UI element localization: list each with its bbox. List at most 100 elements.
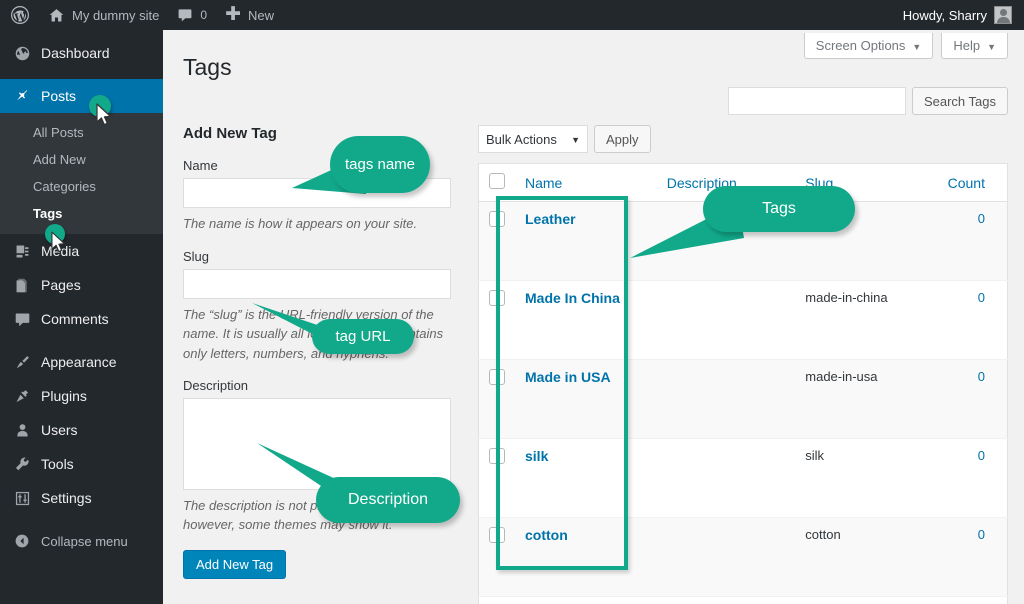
sidebar-divider <box>0 336 163 345</box>
tag-slug-input[interactable] <box>183 269 451 300</box>
plug-icon <box>12 388 32 405</box>
column-header-slug[interactable]: Slug <box>795 163 938 202</box>
collapse-menu-label: Collapse menu <box>41 533 128 549</box>
user-icon <box>12 422 32 439</box>
column-footer-name[interactable]: Name <box>515 596 657 604</box>
site-name-menu[interactable]: My dummy site <box>39 0 168 30</box>
row-description-cell <box>656 280 796 360</box>
sidebar-item-tools[interactable]: Tools <box>0 447 163 481</box>
comments-menu[interactable]: 0 <box>168 0 216 30</box>
row-checkbox[interactable] <box>489 527 505 543</box>
media-icon <box>12 243 32 260</box>
search-input[interactable] <box>727 87 906 115</box>
sidebar-item-pages[interactable]: Pages <box>0 268 163 302</box>
sidebar-item-settings[interactable]: Settings <box>0 481 163 515</box>
count-link[interactable]: 0 <box>978 448 985 463</box>
collapse-menu-button[interactable]: Collapse menu <box>0 524 163 558</box>
chevron-down-icon: ▼ <box>571 135 580 145</box>
name-label: Name <box>183 158 218 173</box>
screen-options-button[interactable]: Screen Options ▼ <box>803 33 934 59</box>
table-row[interactable]: Leather 0 <box>478 201 1008 281</box>
wordpress-logo-icon[interactable] <box>0 0 39 30</box>
sidebar-item-appearance[interactable]: Appearance <box>0 345 163 379</box>
row-select-cell <box>478 201 515 281</box>
tag-name-input[interactable] <box>183 178 451 208</box>
admin-sidebar-menu: Dashboard Posts All Posts Add New Catego… <box>0 30 163 604</box>
count-link[interactable]: 0 <box>978 369 985 384</box>
slug-help-text: The “slug” is the URL-friendly version o… <box>183 307 444 361</box>
row-description-cell <box>656 517 796 597</box>
row-checkbox[interactable] <box>489 290 505 306</box>
table-footer-row: Name Description Slug Count <box>478 596 1008 604</box>
count-link[interactable]: 0 <box>978 527 985 542</box>
row-checkbox[interactable] <box>489 211 505 227</box>
search-tags-button[interactable]: Search Tags <box>911 87 1008 115</box>
sidebar-item-categories[interactable]: Categories <box>0 173 163 200</box>
sidebar-item-plugins[interactable]: Plugins <box>0 379 163 413</box>
column-footer-description[interactable]: Description <box>656 596 796 604</box>
sidebar-item-dashboard[interactable]: Dashboard <box>0 36 163 70</box>
row-count-cell: 0 <box>937 280 1008 360</box>
select-all-checkbox[interactable] <box>489 173 505 189</box>
sidebar-item-tags[interactable]: Tags <box>0 200 163 227</box>
paintbrush-icon <box>12 354 32 371</box>
row-slug-cell <box>795 201 938 281</box>
table-row[interactable]: cotton cotton 0 <box>478 517 1008 597</box>
column-header-description[interactable]: Description <box>656 163 796 202</box>
tag-name-link[interactable]: cotton <box>525 527 568 543</box>
row-description-cell <box>656 359 796 439</box>
count-link[interactable]: 0 <box>978 290 985 305</box>
row-checkbox[interactable] <box>489 369 505 385</box>
comment-bubble-icon <box>179 9 192 22</box>
slug-label: Slug <box>183 249 210 265</box>
table-row[interactable]: Made in USA made-in-usa 0 <box>478 359 1008 439</box>
add-new-tag-form: Add New Tag Name The name is how it appe… <box>183 125 458 580</box>
table-row[interactable]: Made In China made-in-china 0 <box>478 280 1008 360</box>
sidebar-item-add-new[interactable]: Add New <box>0 146 163 173</box>
sidebar-item-users[interactable]: Users <box>0 413 163 447</box>
sidebar-item-label: Comments <box>41 311 109 327</box>
sidebar-item-comments[interactable]: Comments <box>0 302 163 336</box>
tag-name-link[interactable]: Made In China <box>525 290 620 306</box>
new-content-menu[interactable]: ✚ New <box>216 0 283 30</box>
column-header-name[interactable]: Name <box>515 163 657 202</box>
form-heading: Add New Tag <box>183 125 277 142</box>
sidebar-item-all-posts[interactable]: All Posts <box>0 119 163 146</box>
tags-table: Name Description Slug Count Leather 0 Ma… <box>478 163 1008 604</box>
tag-name-link[interactable]: silk <box>525 448 548 464</box>
row-name-cell: silk <box>515 438 657 518</box>
sidebar-item-label: Tools <box>41 456 74 472</box>
count-link[interactable]: 0 <box>978 211 985 226</box>
new-label: New <box>248 7 275 23</box>
sidebar-item-posts[interactable]: Posts <box>0 79 163 113</box>
help-button[interactable]: Help ▼ <box>941 33 1008 59</box>
tags-list-table-wrap: Bulk Actions ▼ Apply Name Description Sl… <box>478 125 1008 604</box>
sidebar-item-label: Media <box>41 243 80 259</box>
site-name-label: My dummy site <box>72 7 160 23</box>
home-icon <box>49 8 64 21</box>
sidebar-item-label: Settings <box>41 490 92 506</box>
sidebar-item-label: Appearance <box>41 354 117 370</box>
howdy-label: Howdy, Sharry <box>902 7 987 23</box>
add-new-tag-submit-button[interactable]: Add New Tag <box>183 550 287 580</box>
apply-button[interactable]: Apply <box>594 125 651 153</box>
tag-name-link[interactable]: Made in USA <box>525 369 611 385</box>
sliders-icon <box>12 490 32 507</box>
column-footer-slug[interactable]: Slug <box>795 596 938 604</box>
tag-description-textarea[interactable] <box>183 397 451 490</box>
account-menu[interactable]: Howdy, Sharry <box>894 0 1024 30</box>
select-all-header <box>478 163 515 202</box>
bulk-actions-select[interactable]: Bulk Actions ▼ <box>478 125 588 153</box>
column-header-count[interactable]: Count <box>937 163 1008 202</box>
table-row[interactable]: silk silk 0 <box>478 438 1008 518</box>
dashboard-gauge-icon <box>12 45 32 62</box>
row-name-cell: Made In China <box>515 280 657 360</box>
column-footer-count[interactable]: Count <box>937 596 1008 604</box>
select-all-footer <box>478 596 515 604</box>
row-checkbox[interactable] <box>489 448 505 464</box>
help-label: Help <box>953 38 981 53</box>
page-title: Tags <box>183 54 232 80</box>
sidebar-item-media[interactable]: Media <box>0 234 163 268</box>
tag-name-link[interactable]: Leather <box>525 211 576 227</box>
row-select-cell <box>478 359 515 439</box>
